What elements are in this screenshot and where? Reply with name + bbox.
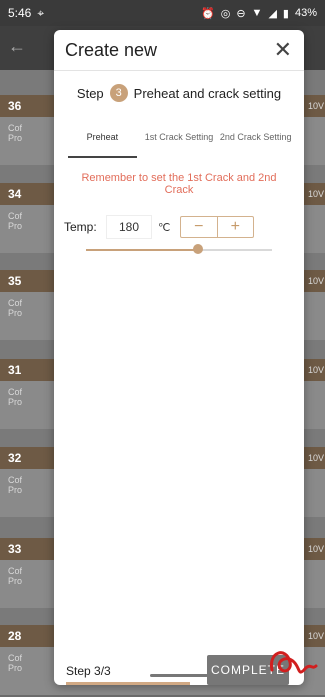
- watermark-logo: [269, 651, 318, 674]
- card-right: 10V: [307, 270, 325, 292]
- minus-circle-icon: ⊖: [236, 7, 246, 20]
- alarm-icon: ⏰: [201, 7, 215, 20]
- dialog-title: Create new: [65, 40, 158, 60]
- create-new-dialog: Create new ✕ Step 3 Preheat and crack se…: [54, 30, 304, 685]
- decrease-temp-button[interactable]: −: [181, 217, 217, 237]
- card-right: 10V: [307, 183, 325, 205]
- wifi-icon: ▼: [251, 7, 263, 19]
- slider-fill: [86, 249, 198, 251]
- card-number: 35: [8, 274, 22, 288]
- tab-label: 1st Crack Setting: [144, 132, 214, 142]
- temp-unit: ℃: [158, 221, 171, 234]
- sync-icon: ◎: [220, 7, 231, 20]
- temperature-row: Temp: 180 ℃ − +: [64, 212, 294, 242]
- step-title: Preheat and crack setting: [133, 85, 282, 101]
- card-number: 34: [8, 187, 22, 201]
- card-number: 28: [8, 629, 22, 643]
- setting-tabs: Preheat 1st Crack Setting 2nd Crack Sett…: [64, 120, 294, 158]
- battery-icon: ▮: [282, 7, 289, 20]
- signal-icon: ◢: [268, 7, 277, 20]
- card-right: 10V: [307, 95, 325, 117]
- footer-step-indicator: Step 3/3: [66, 664, 111, 678]
- location-icon: ⌖: [37, 5, 45, 20]
- tab-2nd-crack-setting[interactable]: 2nd Crack Setting: [217, 120, 294, 154]
- step-header: Step 3 Preheat and crack setting: [54, 82, 304, 104]
- card-number: 31: [8, 363, 22, 377]
- temp-stepper: − +: [180, 216, 254, 238]
- tab-preheat[interactable]: Preheat: [64, 120, 141, 158]
- back-arrow-icon[interactable]: ←: [8, 36, 26, 57]
- gesture-bar: [150, 674, 208, 677]
- increase-temp-button[interactable]: +: [216, 217, 254, 237]
- title-divider: [54, 70, 304, 71]
- step-progress-bar: [66, 682, 190, 685]
- status-bar: 5:46 ⌖ ⏰ ◎ ⊖ ▼ ◢ ▮ 43%: [0, 0, 325, 26]
- battery-percent: 43%: [294, 7, 317, 19]
- card-right: 10V: [307, 538, 325, 560]
- card-number: 36: [8, 99, 22, 113]
- tab-1st-crack-setting[interactable]: 1st Crack Setting: [141, 120, 218, 154]
- tab-label: Preheat: [86, 132, 119, 142]
- temp-slider[interactable]: [86, 243, 272, 257]
- status-time: 5:46: [8, 6, 32, 20]
- card-right: 10V: [307, 359, 325, 381]
- crack-setting-notice: Remember to set the 1st Crack and 2nd Cr…: [81, 172, 277, 196]
- temp-value-field[interactable]: 180: [106, 215, 152, 239]
- card-right: 10V: [307, 447, 325, 469]
- slider-thumb[interactable]: [192, 244, 203, 254]
- step-word: Step: [76, 85, 104, 101]
- step-number-badge: 3: [109, 84, 128, 102]
- card-number: 33: [8, 542, 22, 556]
- tab-label: 2nd Crack Setting: [219, 132, 292, 142]
- card-number: 32: [8, 451, 22, 465]
- close-icon[interactable]: ✕: [274, 37, 292, 63]
- temp-label: Temp:: [64, 220, 97, 234]
